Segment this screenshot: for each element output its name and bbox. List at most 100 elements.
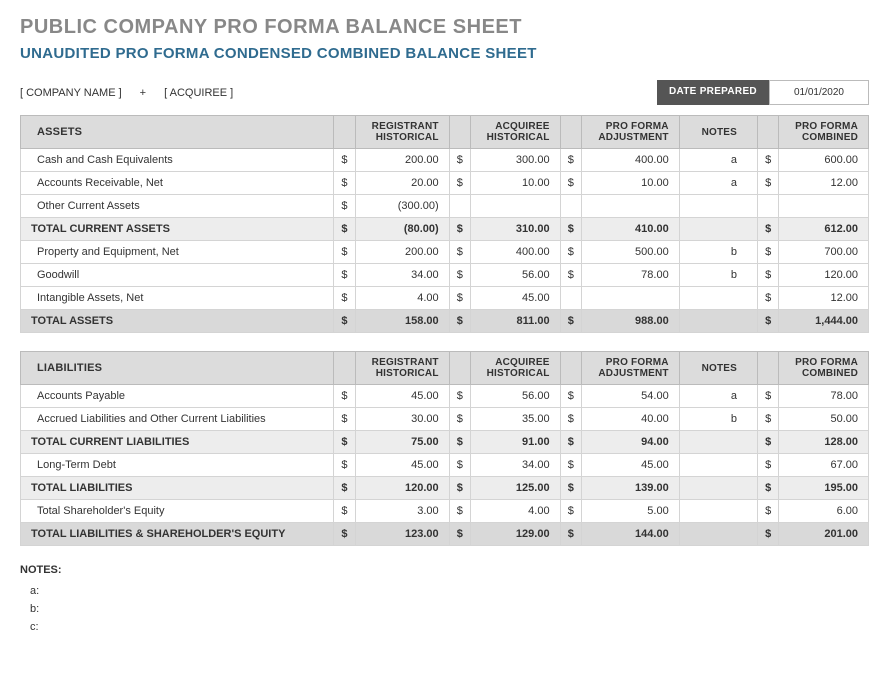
notes-title: NOTES: <box>20 564 869 576</box>
note-ref <box>679 218 757 241</box>
currency-symbol: $ <box>449 500 470 523</box>
adjustment-value: 139.00 <box>581 477 679 500</box>
combined-value: 50.00 <box>779 408 869 431</box>
currency-symbol: $ <box>449 264 470 287</box>
table-row: Cash and Cash Equivalents$200.00$300.00$… <box>21 149 869 172</box>
acquiree-value: 91.00 <box>471 431 561 454</box>
currency-symbol: $ <box>560 454 581 477</box>
currency-symbol: $ <box>334 149 355 172</box>
acquiree-value: 10.00 <box>471 172 561 195</box>
page-subtitle: UNAUDITED PRO FORMA CONDENSED COMBINED B… <box>20 45 869 62</box>
currency-symbol: $ <box>334 385 355 408</box>
adjustment-value: 5.00 <box>581 500 679 523</box>
combined-value: 120.00 <box>779 264 869 287</box>
row-label: Total Shareholder's Equity <box>21 500 334 523</box>
adjustment-value: 78.00 <box>581 264 679 287</box>
header-row: [ COMPANY NAME ] + [ ACQUIREE ] DATE PRE… <box>20 80 869 105</box>
registrant-value: 158.00 <box>355 310 449 333</box>
currency-symbol: $ <box>560 385 581 408</box>
col-spacer <box>334 116 355 149</box>
row-label: Accrued Liabilities and Other Current Li… <box>21 408 334 431</box>
combined-value: 195.00 <box>779 477 869 500</box>
registrant-value: 45.00 <box>355 385 449 408</box>
note-ref <box>679 523 757 546</box>
acquiree-value: 300.00 <box>471 149 561 172</box>
registrant-value: 3.00 <box>355 500 449 523</box>
currency-symbol: $ <box>560 149 581 172</box>
currency-symbol: $ <box>334 264 355 287</box>
currency-symbol: $ <box>758 523 779 546</box>
table-row: Other Current Assets$(300.00) <box>21 195 869 218</box>
currency-symbol: $ <box>449 218 470 241</box>
currency-symbol: $ <box>560 408 581 431</box>
combined-value <box>779 195 869 218</box>
acquiree-value: 811.00 <box>471 310 561 333</box>
row-label: TOTAL ASSETS <box>21 310 334 333</box>
registrant-value: 200.00 <box>355 149 449 172</box>
registrant-value: (80.00) <box>355 218 449 241</box>
acquiree-value: 400.00 <box>471 241 561 264</box>
adjustment-value: 410.00 <box>581 218 679 241</box>
combined-value: 201.00 <box>779 523 869 546</box>
acquiree-value: 45.00 <box>471 287 561 310</box>
combined-value: 612.00 <box>779 218 869 241</box>
combined-value: 12.00 <box>779 287 869 310</box>
currency-symbol: $ <box>758 287 779 310</box>
row-label: Accounts Payable <box>21 385 334 408</box>
currency-symbol: $ <box>334 172 355 195</box>
currency-symbol: $ <box>758 310 779 333</box>
col-notes: NOTES <box>679 352 757 385</box>
currency-symbol: $ <box>758 500 779 523</box>
adjustment-value: 10.00 <box>581 172 679 195</box>
currency-symbol: $ <box>449 523 470 546</box>
currency-symbol: $ <box>758 431 779 454</box>
currency-symbol <box>560 287 581 310</box>
col-combined: PRO FORMACOMBINED <box>779 352 869 385</box>
row-label: Goodwill <box>21 264 334 287</box>
currency-symbol: $ <box>449 385 470 408</box>
note-ref: b <box>679 408 757 431</box>
adjustment-value: 40.00 <box>581 408 679 431</box>
note-ref: a <box>679 149 757 172</box>
col-spacer <box>334 352 355 385</box>
table-row: TOTAL LIABILITIES$120.00$125.00$139.00$1… <box>21 477 869 500</box>
note-ref: b <box>679 264 757 287</box>
combined-value: 600.00 <box>779 149 869 172</box>
currency-symbol <box>449 195 470 218</box>
col-combined: PRO FORMACOMBINED <box>779 116 869 149</box>
company-name: [ COMPANY NAME ] <box>20 87 122 99</box>
col-spacer <box>449 352 470 385</box>
combined-value: 128.00 <box>779 431 869 454</box>
currency-symbol: $ <box>758 149 779 172</box>
col-notes: NOTES <box>679 116 757 149</box>
currency-symbol: $ <box>560 523 581 546</box>
currency-symbol: $ <box>334 500 355 523</box>
acquiree-value: 35.00 <box>471 408 561 431</box>
combined-value: 700.00 <box>779 241 869 264</box>
registrant-value: 30.00 <box>355 408 449 431</box>
table-row: Total Shareholder's Equity$3.00$4.00$5.0… <box>21 500 869 523</box>
acquiree-value <box>471 195 561 218</box>
currency-symbol: $ <box>560 264 581 287</box>
col-spacer <box>758 116 779 149</box>
liabilities-table: LIABILITIES REGISTRANTHISTORICAL ACQUIRE… <box>20 351 869 546</box>
row-label: Other Current Assets <box>21 195 334 218</box>
registrant-value: 123.00 <box>355 523 449 546</box>
plus-sign: + <box>140 87 146 99</box>
table-row: Goodwill$34.00$56.00$78.00b$120.00 <box>21 264 869 287</box>
currency-symbol: $ <box>449 172 470 195</box>
liabilities-header: LIABILITIES <box>21 352 334 385</box>
assets-table: ASSETS REGISTRANTHISTORICAL ACQUIREEHIST… <box>20 115 869 333</box>
acquiree-value: 56.00 <box>471 264 561 287</box>
acquiree-name: [ ACQUIREE ] <box>164 87 233 99</box>
entity-names: [ COMPANY NAME ] + [ ACQUIREE ] <box>20 87 233 99</box>
row-label: Accounts Receivable, Net <box>21 172 334 195</box>
registrant-value: 45.00 <box>355 454 449 477</box>
currency-symbol: $ <box>560 500 581 523</box>
row-label: TOTAL CURRENT ASSETS <box>21 218 334 241</box>
note-line: a: <box>20 582 869 600</box>
note-ref <box>679 500 757 523</box>
col-adjustment: PRO FORMAADJUSTMENT <box>581 116 679 149</box>
currency-symbol: $ <box>560 241 581 264</box>
note-ref <box>679 287 757 310</box>
